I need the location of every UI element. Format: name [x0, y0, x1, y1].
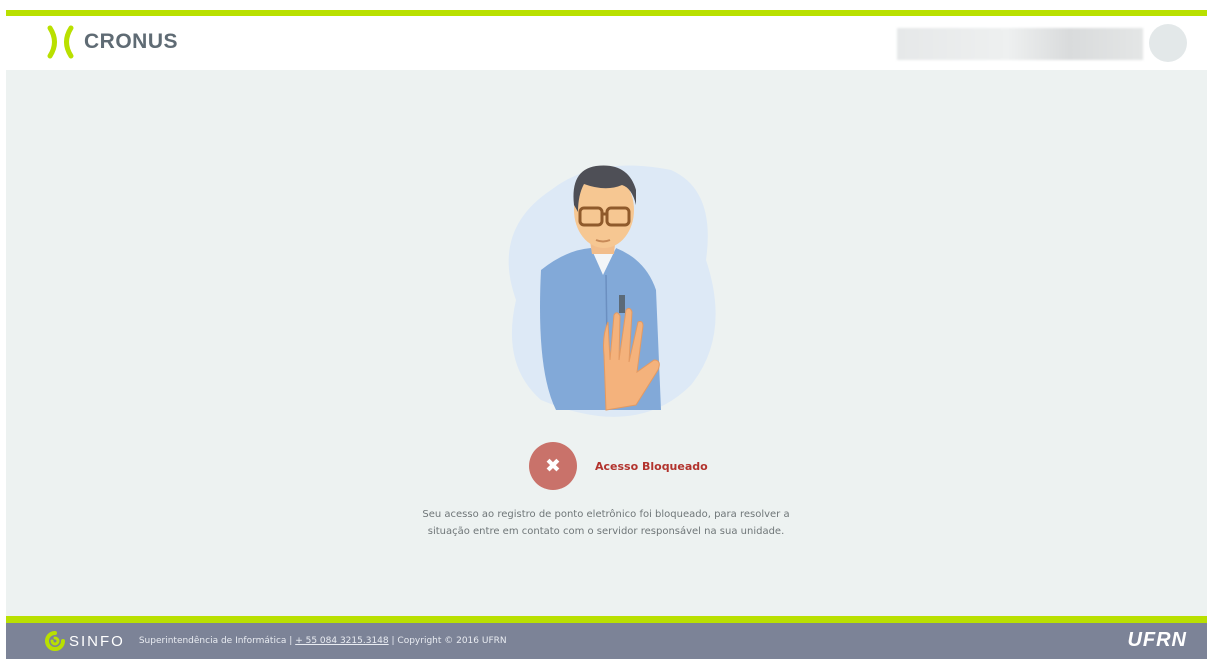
footer-phone-link[interactable]: + 55 084 3215.3148	[295, 636, 388, 646]
message-line-2: situação entre em contato com o servidor…	[427, 526, 785, 537]
close-icon: ✖	[529, 442, 577, 490]
sinfo-text: SINFO	[69, 632, 125, 650]
footer-dept: Superintendência de Informática |	[138, 636, 293, 646]
footer-accent-bar	[6, 616, 1207, 623]
avatar[interactable]	[1149, 24, 1187, 62]
status-block: ✖ Acesso Bloqueado	[529, 442, 708, 490]
sinfo-swirl-icon	[45, 631, 65, 651]
blocked-man-illustration	[496, 150, 736, 424]
status-title: Acesso Bloqueado	[595, 459, 708, 473]
page-frame: CRONUS ✖ Acesso Bloqueado Seu acesso ao …	[6, 10, 1207, 659]
blocked-message: Seu acesso ao registro de ponto eletrôni…	[356, 506, 856, 540]
logo-text: CRONUS	[84, 30, 179, 53]
footer-info: Superintendência de Informática | + 55 0…	[139, 636, 507, 646]
sinfo-logo[interactable]: SINFO	[44, 630, 125, 652]
cronus-logo[interactable]: CRONUS	[44, 25, 178, 59]
footer: SINFO Superintendência de Informática | …	[6, 623, 1207, 659]
user-name-blurred[interactable]	[897, 28, 1143, 60]
footer-copyright: | Copyright © 2016 UFRN	[391, 636, 507, 646]
message-line-1: Seu acesso ao registro de ponto eletrôni…	[422, 509, 790, 520]
close-glyph: ✖	[545, 455, 561, 477]
header: CRONUS	[6, 16, 1207, 70]
cronus-brackets-icon	[47, 25, 74, 59]
ufrn-logo[interactable]: UFRN	[1127, 629, 1187, 652]
